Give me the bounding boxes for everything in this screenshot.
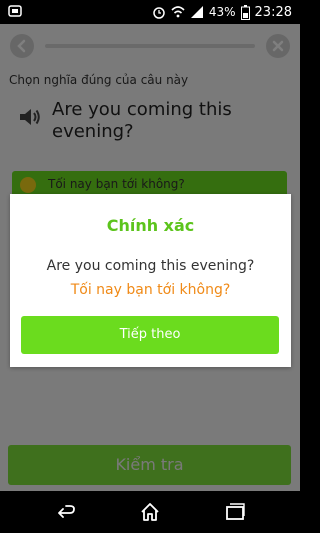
- back-nav-icon[interactable]: [55, 501, 77, 523]
- dialog-title: Chính xác: [106, 216, 195, 235]
- home-nav-icon[interactable]: [139, 501, 161, 523]
- alarm-icon: [153, 7, 165, 19]
- status-bar: 43% 23:28: [0, 0, 300, 24]
- dialog-english-sentence: Are you coming this evening?: [46, 258, 255, 274]
- notification-icon: [8, 5, 22, 17]
- battery-icon: [240, 4, 250, 20]
- continue-button[interactable]: Tiếp theo: [21, 316, 279, 354]
- result-dialog: Chính xác Are you coming this evening? T…: [10, 194, 291, 367]
- recent-apps-icon[interactable]: [224, 501, 246, 523]
- status-icons: 43% 23:28: [152, 3, 292, 21]
- battery-percent: 43%: [208, 5, 236, 19]
- wifi-icon: [171, 6, 185, 18]
- signal-icon: [190, 6, 203, 18]
- system-nav-bar: [0, 491, 300, 533]
- clock: 23:28: [254, 4, 292, 20]
- dialog-translation: Tối nay bạn tới không?: [70, 282, 231, 298]
